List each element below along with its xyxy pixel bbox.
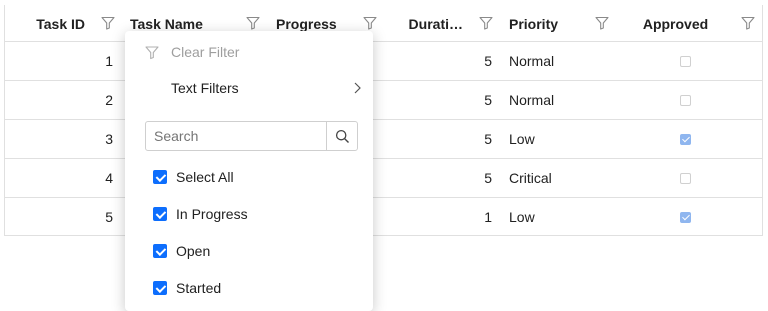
header-priority[interactable]: Priority bbox=[509, 5, 589, 42]
cell-duration[interactable]: 5 bbox=[385, 81, 492, 119]
cell-approved[interactable] bbox=[625, 120, 746, 158]
header-label: Approved bbox=[642, 15, 709, 32]
search-input[interactable] bbox=[146, 122, 326, 150]
search-box bbox=[145, 121, 358, 151]
checkbox-checked[interactable] bbox=[153, 244, 167, 258]
header-task-id[interactable]: Task ID bbox=[5, 5, 85, 42]
cell-priority[interactable]: Normal bbox=[509, 81, 609, 119]
cell-task-id[interactable]: 4 bbox=[5, 159, 113, 197]
filter-icon[interactable] bbox=[595, 16, 609, 30]
option-started[interactable]: Started bbox=[153, 276, 221, 300]
cell-priority[interactable]: Low bbox=[509, 198, 609, 236]
search-button[interactable] bbox=[326, 122, 357, 150]
cell-priority[interactable]: Normal bbox=[509, 42, 609, 80]
filter-icon[interactable] bbox=[741, 16, 755, 30]
approved-checkbox[interactable] bbox=[680, 172, 691, 184]
checkbox-checked[interactable] bbox=[153, 207, 167, 221]
option-label: Select All bbox=[176, 169, 234, 185]
filter-icon[interactable] bbox=[479, 16, 493, 30]
header-duration[interactable]: Durati… bbox=[385, 5, 463, 42]
option-in-progress[interactable]: In Progress bbox=[153, 202, 248, 226]
filter-icon[interactable] bbox=[246, 16, 260, 30]
filter-icon bbox=[145, 45, 159, 59]
cell-approved[interactable] bbox=[625, 159, 746, 197]
checkbox-checked[interactable] bbox=[153, 170, 167, 184]
cell-approved[interactable] bbox=[625, 42, 746, 80]
approved-checkbox[interactable] bbox=[680, 133, 691, 145]
approved-checkbox[interactable] bbox=[680, 55, 691, 67]
cell-duration[interactable]: 5 bbox=[385, 159, 492, 197]
cell-priority[interactable]: Low bbox=[509, 120, 609, 158]
cell-priority[interactable]: Critical bbox=[509, 159, 609, 197]
option-label: In Progress bbox=[176, 206, 248, 222]
filter-popup: Clear Filter Text Filters Select All In … bbox=[125, 31, 373, 311]
option-select-all[interactable]: Select All bbox=[153, 165, 234, 189]
filter-icon[interactable] bbox=[101, 16, 115, 30]
cell-task-id[interactable]: 1 bbox=[5, 42, 113, 80]
text-filters-label: Text Filters bbox=[171, 80, 239, 96]
filter-icon[interactable] bbox=[363, 16, 377, 30]
header-label: Task ID bbox=[36, 15, 85, 32]
header-label: Durati… bbox=[408, 15, 463, 32]
option-open[interactable]: Open bbox=[153, 239, 210, 263]
clear-filter-label: Clear Filter bbox=[171, 44, 240, 60]
option-label: Started bbox=[176, 280, 222, 296]
option-label: Open bbox=[176, 243, 211, 259]
clear-filter-item[interactable]: Clear Filter bbox=[125, 34, 373, 70]
cell-task-id[interactable]: 2 bbox=[5, 81, 113, 119]
cell-approved[interactable] bbox=[625, 81, 746, 119]
checkbox-checked[interactable] bbox=[153, 281, 167, 295]
data-grid: Task ID Task Name Progress Durati… Prior… bbox=[4, 5, 763, 236]
approved-checkbox[interactable] bbox=[680, 211, 691, 223]
cell-task-id[interactable]: 3 bbox=[5, 120, 113, 158]
cell-duration[interactable]: 5 bbox=[385, 42, 492, 80]
cell-duration[interactable]: 5 bbox=[385, 120, 492, 158]
header-approved[interactable]: Approved bbox=[625, 5, 726, 42]
cell-task-id[interactable]: 5 bbox=[5, 198, 113, 236]
header-label: Progress bbox=[276, 15, 337, 32]
header-label: Task Name bbox=[130, 15, 203, 32]
chevron-right-icon bbox=[354, 82, 361, 94]
header-label: Priority bbox=[509, 15, 559, 32]
approved-checkbox[interactable] bbox=[680, 94, 691, 106]
cell-duration[interactable]: 1 bbox=[385, 198, 492, 236]
search-icon bbox=[335, 129, 349, 143]
cell-approved[interactable] bbox=[625, 198, 746, 236]
text-filters-item[interactable]: Text Filters bbox=[125, 70, 373, 106]
